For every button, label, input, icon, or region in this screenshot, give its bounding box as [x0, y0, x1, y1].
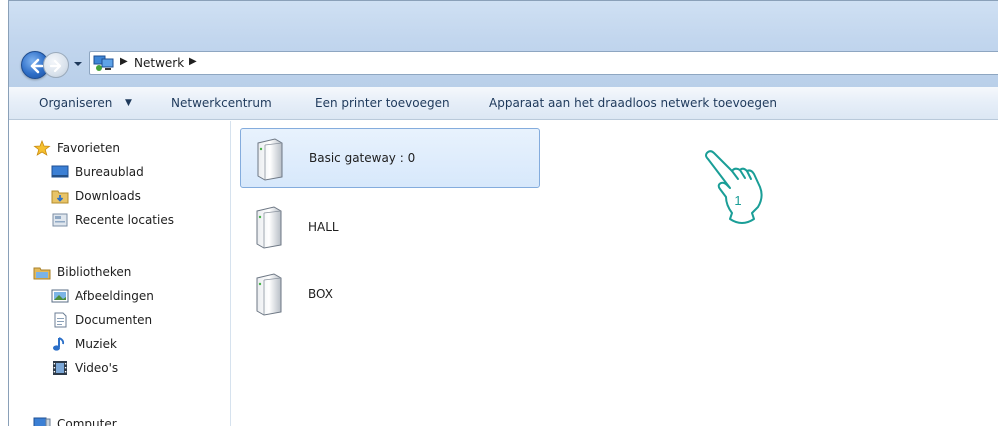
media-device-icon [254, 272, 284, 316]
content-pane: Basic gateway : 0 HALL BOX 1 [232, 121, 998, 426]
nav-pictures[interactable]: Afbeeldingen [51, 285, 154, 307]
nav-favorites[interactable]: Favorieten [33, 137, 120, 159]
pointing-hand-icon: 1 [705, 150, 763, 224]
nav-libraries[interactable]: Bibliotheken [33, 261, 131, 283]
forward-arrow-icon [49, 59, 62, 73]
star-icon [33, 139, 51, 156]
computer-icon [33, 416, 51, 426]
address-bar[interactable]: ▶ Netwerk ▶ [89, 51, 998, 75]
device-label: HALL [308, 220, 339, 234]
nav-documents[interactable]: Documenten [51, 309, 152, 331]
add-printer-button[interactable]: Een printer toevoegen [315, 96, 450, 110]
explorer-window: ▶ Netwerk ▶ Organiseren ▼ Netwerkcentrum… [8, 0, 998, 426]
nav-recent-places[interactable]: Recente locaties [51, 209, 174, 231]
music-note-icon [51, 336, 69, 352]
nav-label: Favorieten [57, 141, 120, 155]
nav-label: Documenten [75, 313, 153, 327]
recent-pages-dropdown[interactable] [72, 56, 84, 72]
nav-label: Video's [75, 361, 119, 375]
nav-desktop[interactable]: Bureaublad [51, 161, 144, 183]
media-device-icon [254, 205, 284, 249]
nav-downloads[interactable]: Downloads [51, 185, 141, 207]
nav-music[interactable]: Muziek [51, 333, 117, 355]
nav-computer[interactable]: Computer [33, 413, 117, 426]
forward-button[interactable] [43, 52, 69, 78]
documents-icon [51, 312, 69, 328]
recent-places-icon [51, 212, 69, 228]
breadcrumb-netwerk[interactable]: Netwerk [134, 56, 184, 70]
breadcrumb-arrow[interactable]: ▶ [120, 56, 128, 67]
downloads-folder-icon [51, 188, 69, 204]
network-center-button[interactable]: Netwerkcentrum [171, 96, 272, 110]
network-icon [93, 54, 115, 72]
desktop-icon [51, 164, 69, 180]
command-bar: Organiseren ▼ Netwerkcentrum Een printer… [9, 87, 998, 120]
device-label: BOX [308, 287, 333, 301]
nav-label: Bureaublad [75, 165, 144, 179]
device-label: Basic gateway : 0 [309, 151, 416, 165]
chevron-down-icon: ▼ [125, 98, 132, 108]
navigation-pane: Favorieten Bureaublad Downloads Recente … [9, 121, 231, 426]
device-item-box[interactable]: BOX [240, 264, 540, 324]
media-device-icon [255, 137, 285, 181]
pictures-icon [51, 288, 69, 304]
film-strip-icon [51, 360, 69, 376]
device-item-basic-gateway[interactable]: Basic gateway : 0 [240, 128, 540, 188]
chevron-down-icon [74, 62, 82, 66]
nav-label: Recente locaties [75, 213, 174, 227]
libraries-icon [33, 264, 51, 280]
nav-label: Computer [57, 417, 117, 426]
step-number-label: 1 [734, 193, 741, 208]
organize-button[interactable]: Organiseren [39, 96, 112, 110]
title-bar: ▶ Netwerk ▶ [9, 1, 998, 87]
add-wireless-device-button[interactable]: Apparaat aan het draadloos netwerk toevo… [489, 96, 777, 110]
nav-videos[interactable]: Video's [51, 357, 118, 379]
nav-label: Muziek [75, 337, 117, 351]
nav-label: Bibliotheken [57, 265, 132, 279]
device-item-hall[interactable]: HALL [240, 197, 540, 257]
nav-label: Downloads [75, 189, 141, 203]
breadcrumb-arrow[interactable]: ▶ [189, 56, 197, 67]
nav-label: Afbeeldingen [75, 289, 154, 303]
